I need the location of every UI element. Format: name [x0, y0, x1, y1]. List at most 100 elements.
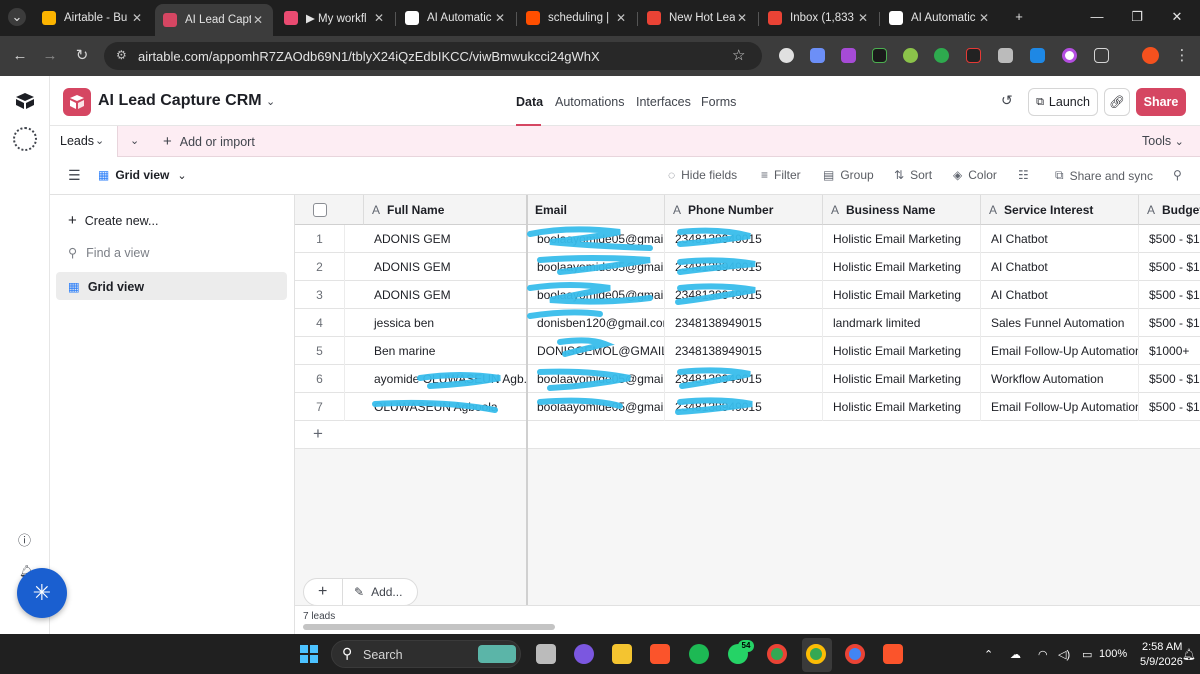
table-row[interactable]: 5 Ben marineDONISGEMOL@GMAIL.C...23481389… [295, 337, 1200, 365]
tab-forms[interactable]: Forms [701, 95, 736, 109]
column-header[interactable]: A Service Interest [981, 195, 1139, 225]
extension-icon[interactable] [934, 48, 949, 63]
close-tab-icon[interactable]: ✕ [614, 11, 628, 25]
base-name[interactable]: AI Lead Capture CRM ⌄ [98, 92, 275, 110]
close-window-icon[interactable]: ✕ [1168, 8, 1186, 26]
cell-name[interactable]: ayomide OLUWASEUN Agb... [368, 365, 527, 393]
cell-email[interactable]: donisben120@gmail.com [531, 309, 665, 337]
history-icon[interactable]: ↺ [1001, 92, 1013, 109]
search-icon[interactable]: ⚲ [1173, 168, 1188, 182]
extension-icon[interactable] [903, 48, 918, 63]
profile-avatar[interactable] [1142, 47, 1159, 64]
volume-icon[interactable]: ◁) [1058, 648, 1070, 661]
cell-name[interactable]: ADONIS GEM [368, 225, 527, 253]
extension-icon[interactable] [872, 48, 887, 63]
cell-budget[interactable]: $500 - $1000 [1143, 281, 1200, 309]
cloud-icon[interactable]: ☁ [1010, 648, 1021, 661]
tray-chevron-icon[interactable]: ⌃ [984, 648, 993, 661]
cell-phone[interactable]: 2348138949015 [669, 309, 823, 337]
site-info-icon[interactable]: ⚙ [116, 48, 127, 62]
extensions-puzzle-icon[interactable] [1094, 48, 1109, 63]
view-switcher[interactable]: ▦ Grid view ⌄ [98, 168, 187, 182]
chrome-icon[interactable] [767, 644, 787, 664]
hide-fields-button[interactable]: ◌ Hide fields [668, 168, 737, 182]
cell-business[interactable]: Holistic Email Marketing [827, 281, 981, 309]
tab-interfaces[interactable]: Interfaces [636, 95, 691, 109]
table-row[interactable]: 7 OLUWASEUN Agboolaboolaayomide05@gmail..… [295, 393, 1200, 421]
extension-icon[interactable] [1062, 48, 1077, 63]
browser-tab[interactable]: ▶ My workfl ✕ [276, 4, 394, 32]
cell-phone[interactable]: 2348138949015 [669, 365, 823, 393]
task-view-icon[interactable] [536, 644, 556, 664]
cell-service[interactable]: Workflow Automation [985, 365, 1139, 393]
bookmark-star-icon[interactable]: ☆ [732, 46, 745, 64]
maximize-icon[interactable]: ❐ [1128, 8, 1146, 26]
share-button[interactable]: Share [1136, 88, 1186, 116]
cell-budget[interactable]: $500 - $1000 [1143, 365, 1200, 393]
tab-automations[interactable]: Automations [555, 95, 624, 109]
browser-tab[interactable]: New Hot Lea ✕ [639, 4, 757, 32]
cell-budget[interactable]: $500 - $1000 [1143, 225, 1200, 253]
chrome-profile-icon[interactable] [845, 644, 865, 664]
battery-icon[interactable]: ▭ [1082, 648, 1092, 661]
cell-name[interactable]: jessica ben [368, 309, 527, 337]
share-and-sync-button[interactable]: ⧉ Share and sync [1055, 168, 1153, 183]
close-tab-icon[interactable]: ✕ [251, 13, 265, 27]
wifi-icon[interactable]: ◠ [1038, 648, 1048, 661]
table-row[interactable]: 6 ayomide OLUWASEUN Agb... boolaayomide05@… [295, 365, 1200, 393]
extension-icon[interactable] [810, 48, 825, 63]
omni-icon[interactable] [13, 127, 37, 151]
close-tab-icon[interactable]: ✕ [372, 11, 386, 25]
spotify-icon[interactable] [689, 644, 709, 664]
sidebar-toggle-icon[interactable]: ☰ [68, 167, 81, 184]
cell-budget[interactable]: $500 - $1000 [1143, 253, 1200, 281]
app-icon[interactable] [574, 644, 594, 664]
cell-email[interactable]: boolaayomide05@gmail.... [531, 393, 665, 421]
cell-phone[interactable]: 2348138949015 [669, 393, 823, 421]
cell-budget[interactable]: $1000+ [1143, 337, 1200, 365]
cell-budget[interactable]: $500 - $1000 [1143, 393, 1200, 421]
create-new-view-button[interactable]: + Create new... [68, 212, 158, 229]
cell-service[interactable]: AI Chatbot [985, 225, 1139, 253]
browser-tab[interactable]: Airtable - Bu ✕ [34, 4, 152, 32]
minimize-icon[interactable]: — [1088, 8, 1106, 26]
filter-button[interactable]: ≡ Filter [761, 168, 801, 182]
close-tab-icon[interactable]: ✕ [130, 11, 144, 25]
close-tab-icon[interactable]: ✕ [856, 11, 870, 25]
camera-icon[interactable] [998, 48, 1013, 63]
table-row[interactable]: 4 jessica ben donisben120@gmail.com 2348138… [295, 309, 1200, 337]
frozen-column-divider[interactable] [526, 195, 528, 634]
add-record-plus-icon[interactable]: + [318, 583, 327, 601]
cell-business[interactable]: landmark limited [827, 309, 981, 337]
browser-tab[interactable]: AI Automatic ✕ [881, 4, 999, 32]
cell-name[interactable]: Ben marine [368, 337, 527, 365]
app-logo-icon[interactable] [63, 88, 91, 116]
copy-link-button[interactable]: 🔗︎ [1104, 88, 1130, 116]
cell-budget[interactable]: $500 - $1000 [1143, 309, 1200, 337]
close-tab-icon[interactable]: ✕ [493, 11, 507, 25]
table-row[interactable]: 3 ADONIS GEMboolaayomide05@gmail....23481… [295, 281, 1200, 309]
cell-name[interactable]: ADONIS GEM [368, 253, 527, 281]
tools-menu[interactable]: Tools ⌄ [1142, 134, 1184, 148]
clock-date[interactable]: 5/9/2026 [1140, 656, 1183, 668]
assistant-fab-icon[interactable]: ✳ [17, 568, 67, 618]
add-record-row[interactable]: + [295, 421, 527, 449]
color-button[interactable]: ◈ Color [953, 168, 997, 182]
close-tab-icon[interactable]: ✕ [735, 11, 749, 25]
cell-phone[interactable]: 2348138949015 [669, 225, 823, 253]
cell-service[interactable]: Sales Funnel Automation [985, 309, 1139, 337]
cell-business[interactable]: Holistic Email Marketing [827, 337, 981, 365]
row-height-button[interactable]: ☷ [1018, 168, 1035, 182]
add-with-ai-button[interactable]: ✎ Add... [354, 585, 402, 599]
cell-service[interactable]: Email Follow-Up Automation [985, 337, 1139, 365]
table-tab-leads[interactable]: Leads ⌄ [50, 126, 118, 157]
cell-email[interactable]: boolaayomide05@gmail.... [531, 253, 665, 281]
address-bar[interactable]: ⚙ airtable.com/appomhR7ZAOdb69N1/tblyX24… [104, 42, 762, 70]
extension-icon[interactable] [779, 48, 794, 63]
all-tables-chevron-icon[interactable]: ⌄ [130, 134, 139, 147]
cell-service[interactable]: Email Follow-Up Automation [985, 393, 1139, 421]
forward-icon[interactable]: → [40, 46, 60, 66]
back-icon[interactable]: ← [10, 46, 30, 66]
table-row[interactable]: 1 ADONIS GEMboolaayomide05@gmail....23481… [295, 225, 1200, 253]
cell-name[interactable]: ADONIS GEM [368, 281, 527, 309]
